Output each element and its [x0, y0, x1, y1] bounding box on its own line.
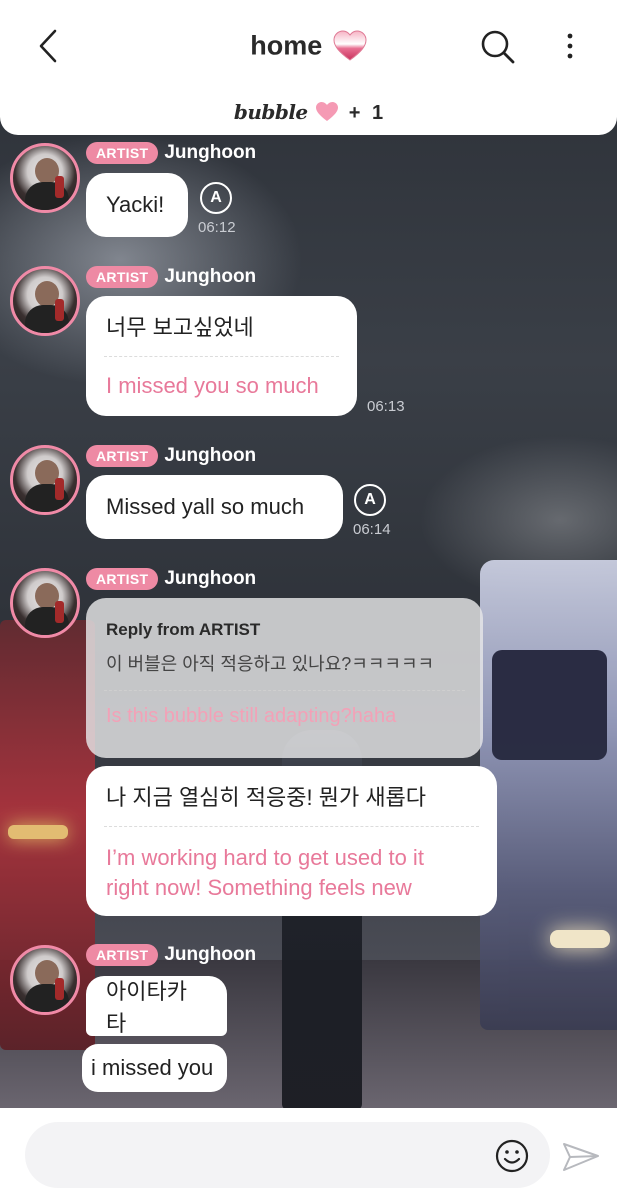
room-title: home — [250, 30, 323, 61]
reply-english-text: Is this bubble still adapting?haha — [106, 705, 397, 727]
message-bubble[interactable]: 아이타카타 — [86, 976, 227, 1036]
artist-badge: ARTIST — [86, 944, 159, 966]
send-button[interactable] — [561, 1139, 601, 1175]
message-english-line-1: I’m working hard to get used to it — [106, 845, 424, 870]
message-korean-text: 나 지금 열심히 적응중! 뭔가 새롭다 — [106, 785, 427, 810]
emoji-button[interactable] — [494, 1138, 530, 1174]
plus-sign: + — [348, 102, 361, 124]
member-count: 1 — [372, 102, 384, 124]
message-input[interactable] — [25, 1122, 550, 1188]
sender-name: Junghoon — [164, 445, 257, 466]
message-english-text: i missed you — [91, 1055, 214, 1080]
sender-row: ARTIST Junghoon — [86, 944, 256, 966]
more-options-button[interactable] — [556, 27, 584, 67]
message-time: 06:12 — [198, 219, 236, 236]
bubble-subscription-row: bubble + 1 — [0, 100, 617, 125]
avatar[interactable] — [10, 143, 80, 213]
message-text: Missed yall so much — [106, 494, 305, 519]
message-bubble[interactable]: Yacki! — [86, 173, 188, 237]
search-button[interactable] — [478, 27, 518, 67]
bubble-logo: bubble — [233, 100, 308, 124]
chat-title: home — [0, 30, 617, 62]
message-korean-text: 너무 보고싶었네 — [106, 315, 254, 340]
message-text: Yacki! — [106, 192, 165, 217]
message-input-bar — [0, 1108, 617, 1200]
message-english-text: I missed you so much — [106, 373, 319, 398]
message-bubble[interactable]: 나 지금 열심히 적응중! 뭔가 새롭다 I’m working hard to… — [86, 766, 497, 916]
avatar[interactable] — [10, 945, 80, 1015]
artist-badge: ARTIST — [86, 568, 159, 590]
artist-badge: ARTIST — [86, 445, 159, 467]
translate-button[interactable]: A — [200, 182, 232, 214]
quoted-reply[interactable]: Reply from ARTIST 이 버블은 아직 적응하고 있나요?ㅋㅋㅋㅋ… — [86, 598, 483, 758]
sender-row: ARTIST Junghoon — [86, 142, 256, 164]
sender-name: Junghoon — [164, 266, 257, 287]
artist-badge: ARTIST — [86, 142, 159, 164]
heart-icon — [333, 30, 367, 61]
artist-badge: ARTIST — [86, 266, 159, 288]
translate-icon: A — [210, 189, 222, 206]
background-truck-right — [480, 560, 617, 1030]
sender-name: Junghoon — [164, 142, 257, 163]
sender-row: ARTIST Junghoon — [86, 568, 256, 590]
search-icon — [481, 30, 515, 64]
message-bubble[interactable]: i missed you — [82, 1044, 227, 1092]
reply-title: Reply from ARTIST — [106, 620, 261, 639]
smiley-icon — [495, 1139, 529, 1173]
sender-row: ARTIST Junghoon — [86, 445, 256, 467]
message-english-line-2: right now! Something feels new — [106, 875, 412, 900]
translation-divider — [104, 826, 479, 827]
message-korean-text: 아이타카타 — [106, 979, 187, 1036]
avatar[interactable] — [10, 266, 80, 336]
message-time: 06:14 — [353, 521, 391, 538]
sender-name: Junghoon — [164, 944, 257, 965]
sender-name: Junghoon — [164, 568, 257, 589]
send-icon — [563, 1143, 599, 1171]
heart-icon — [316, 102, 339, 121]
message-bubble[interactable]: 너무 보고싶었네 I missed you so much — [86, 296, 357, 416]
translate-icon: A — [364, 491, 376, 508]
translate-button[interactable]: A — [354, 484, 386, 516]
sender-row: ARTIST Junghoon — [86, 266, 256, 288]
avatar[interactable] — [10, 445, 80, 515]
reply-korean-text: 이 버블은 아직 적응하고 있나요?ㅋㅋㅋㅋㅋ — [106, 654, 435, 674]
chat-header: home bubble + 1 — [0, 0, 617, 135]
avatar[interactable] — [10, 568, 80, 638]
more-vertical-icon — [567, 33, 573, 59]
message-bubble[interactable]: Missed yall so much — [86, 475, 343, 539]
message-time: 06:13 — [367, 398, 405, 415]
